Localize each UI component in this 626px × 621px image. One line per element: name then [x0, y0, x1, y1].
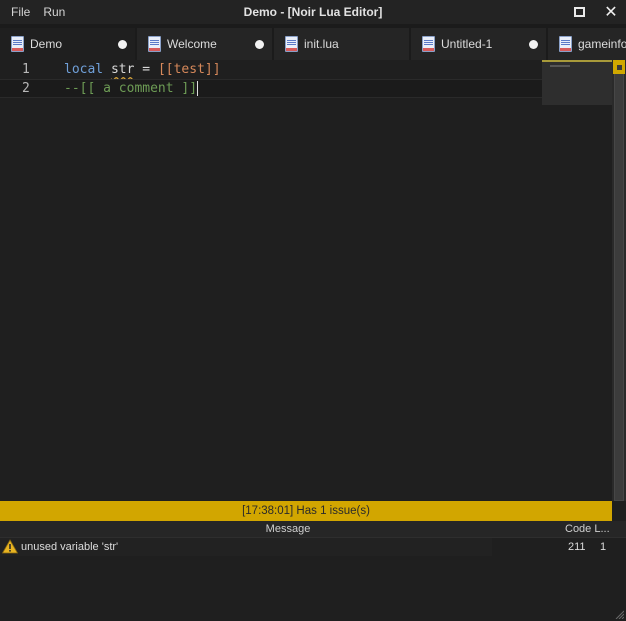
comment-token: --[[ a comment ]] — [64, 81, 198, 96]
maximize-icon — [573, 7, 585, 17]
close-button[interactable]: ✕ — [598, 0, 624, 24]
code-line-current[interactable]: 2 --[[ a comment ]] — [0, 79, 542, 98]
minimap[interactable] — [542, 60, 612, 105]
tab-label: Demo — [30, 37, 63, 51]
scrollbar-warning-marker[interactable] — [613, 60, 625, 74]
close-icon: ✕ — [604, 2, 618, 21]
line-number: 2 — [22, 81, 30, 96]
title-bar: File Run Demo - [Noir Lua Editor] ✕ — [0, 0, 626, 24]
menu-run[interactable]: Run — [38, 0, 73, 24]
lua-file-icon — [559, 36, 572, 52]
operator-token: = — [142, 62, 151, 77]
tab-welcome[interactable]: Welcome — [137, 28, 272, 60]
issue-message: unused variable 'str' — [21, 541, 119, 553]
keyword-token: local — [64, 62, 104, 77]
code-line[interactable]: 1 local str = [[test]] — [0, 60, 542, 79]
tab-init-lua[interactable]: init.lua — [274, 28, 409, 60]
lua-file-icon — [285, 36, 298, 52]
issues-panel: Message Code L... unused variable 'str' … — [0, 521, 626, 621]
tab-label: Welcome — [167, 37, 217, 51]
window-title: Demo - [Noir Lua Editor] — [243, 5, 383, 19]
line-number: 1 — [22, 62, 30, 77]
tab-label: Untitled-1 — [441, 37, 493, 51]
issues-header: Message Code L... — [0, 521, 626, 538]
issue-line: 1 — [600, 541, 607, 553]
maximize-button[interactable] — [566, 0, 592, 24]
identifier-token: str — [110, 62, 135, 77]
scrollbar-thumb[interactable] — [614, 60, 624, 501]
modified-dot-icon[interactable] — [118, 40, 127, 49]
warning-marker-icon — [616, 64, 622, 70]
column-header-message[interactable]: Message — [0, 521, 576, 538]
modified-dot-icon[interactable] — [255, 40, 264, 49]
lua-file-icon — [148, 36, 161, 52]
string-token: [[test]] — [157, 62, 221, 77]
status-bar-corner — [612, 501, 626, 521]
modified-dot-icon[interactable] — [529, 40, 538, 49]
menu-file[interactable]: File — [0, 0, 38, 24]
lua-file-icon — [11, 36, 24, 52]
vertical-scrollbar[interactable] — [612, 60, 626, 501]
minimap-line — [550, 65, 570, 67]
text-caret — [197, 81, 199, 96]
tab-demo[interactable]: Demo — [0, 28, 135, 60]
lua-file-icon — [422, 36, 435, 52]
issue-code: 211 — [568, 541, 586, 553]
status-bar: [17:38:01] Has 1 issue(s) — [0, 501, 612, 521]
code-editor[interactable]: 1 local str = [[test]] 2 --[[ a comment … — [0, 60, 612, 501]
tab-bar: Demo Welcome init.lua Untitled-1 gameinf… — [0, 24, 626, 60]
issue-row[interactable]: unused variable 'str' 211 1 — [0, 538, 612, 556]
code-text: --[[ a comment ]] — [64, 79, 199, 98]
code-text: local str = [[test]] — [64, 60, 221, 79]
warning-icon — [2, 539, 18, 554]
tab-label: init.lua — [304, 37, 339, 51]
tab-gameinfo[interactable]: gameinfo... — [548, 28, 626, 60]
resize-grip-icon[interactable] — [614, 609, 624, 619]
column-header-code-line[interactable]: Code L... — [565, 521, 611, 538]
tab-untitled-1[interactable]: Untitled-1 — [411, 28, 546, 60]
tab-label: gameinfo... — [578, 37, 626, 51]
